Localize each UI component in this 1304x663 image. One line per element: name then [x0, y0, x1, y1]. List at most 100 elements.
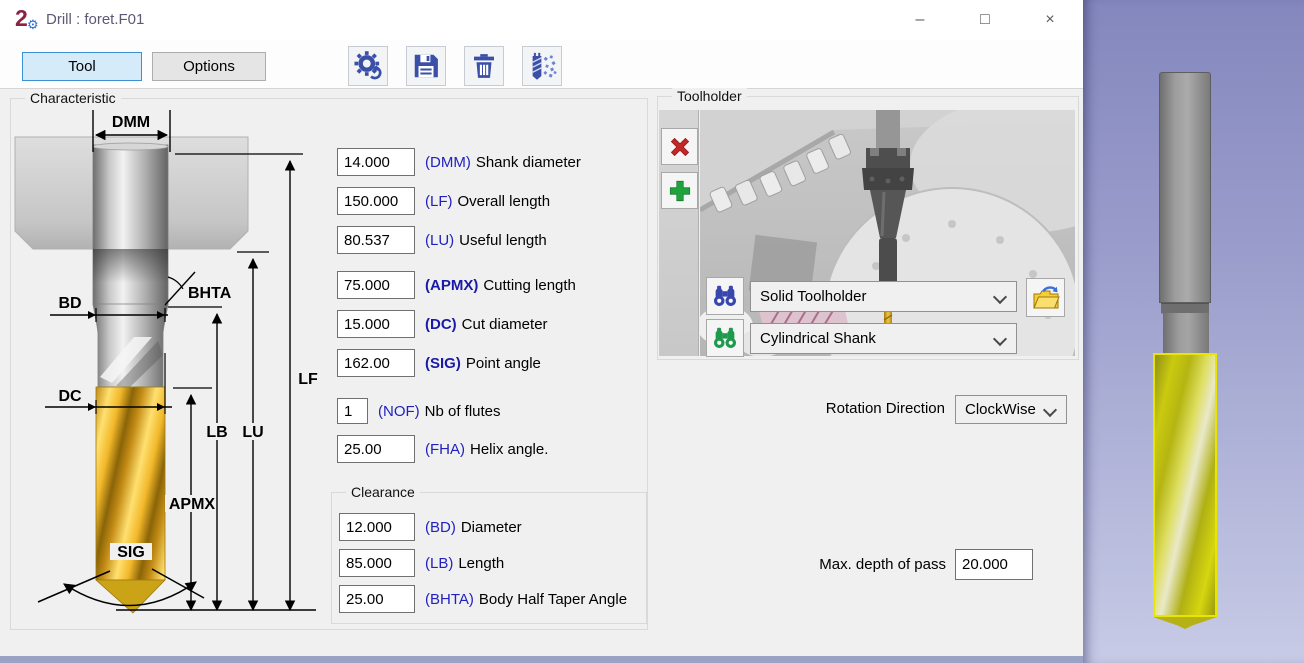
field-row-bhta: (BHTA) Body Half Taper Angle — [339, 585, 627, 613]
sig-code: (SIG) — [425, 355, 461, 372]
bhta-code: (BHTA) — [425, 591, 474, 608]
save-icon — [411, 51, 441, 81]
green-binoculars-icon — [713, 326, 737, 350]
apmx-input[interactable] — [337, 271, 415, 299]
lu-code: (LU) — [425, 232, 454, 249]
title-bar: 2⚙ Drill : foret.F01 – □ × — [0, 0, 1083, 40]
rotation-direction-label: Rotation Direction — [790, 400, 945, 417]
field-row-lu: (LU) Useful length — [337, 226, 547, 254]
tab-tool[interactable]: Tool — [22, 52, 142, 81]
machining-settings-button[interactable] — [348, 46, 388, 86]
screen: { "window": { "title": "Drill : foret.F0… — [0, 0, 1304, 663]
toolholder-group-label: Toolholder — [672, 88, 747, 104]
field-row-nof: (NOF) Nb of flutes — [337, 397, 501, 425]
lu-input[interactable] — [337, 226, 415, 254]
tab-options[interactable]: Options — [152, 52, 266, 81]
dmm-input[interactable] — [337, 148, 415, 176]
chevron-down-icon — [1043, 403, 1057, 417]
dc-input[interactable] — [337, 310, 415, 338]
search-shank-button[interactable] — [706, 319, 744, 357]
diagram-label-sig: SIG — [117, 544, 145, 561]
toolholder-preview-image — [700, 110, 1075, 356]
diagram-label-lu: LU — [242, 424, 263, 441]
bd-code: (BD) — [425, 519, 456, 536]
dc-label: Cut diameter — [462, 316, 548, 333]
fha-input[interactable] — [337, 435, 415, 463]
nof-code: (NOF) — [378, 403, 420, 420]
dmm-code: (DMM) — [425, 154, 471, 171]
close-button[interactable]: × — [1025, 0, 1075, 40]
drill-dimension-diagram: DMM BHTA BD DC SIG APMX LB — [12, 105, 324, 620]
tool-chips-icon — [527, 51, 557, 81]
diagram-label-bhta: BHTA — [188, 285, 232, 302]
3d-drill-flutes — [1153, 353, 1217, 617]
fha-label: Helix angle. — [470, 441, 548, 458]
nof-input[interactable] — [337, 398, 368, 424]
field-row-lb: (LB) Length — [339, 549, 504, 577]
3d-drill-tip — [1153, 617, 1217, 629]
topsolid-logo-icon: 2⚙ — [15, 8, 41, 34]
gear-refresh-icon — [352, 50, 384, 82]
nof-label: Nb of flutes — [425, 403, 501, 420]
3d-viewport[interactable] — [1083, 0, 1304, 663]
bhta-input[interactable] — [339, 585, 415, 613]
bd-label: Diameter — [461, 519, 522, 536]
lb-label: Length — [458, 555, 504, 572]
field-row-lf: (LF) Overall length — [337, 187, 550, 215]
window-title: Drill : foret.F01 — [46, 11, 144, 28]
bhta-label: Body Half Taper Angle — [479, 591, 627, 608]
save-button[interactable] — [406, 46, 446, 86]
field-row-dmm: (DMM) Shank diameter — [337, 148, 581, 176]
search-toolholder-button[interactable] — [706, 277, 744, 315]
lf-label: Overall length — [458, 193, 551, 210]
lb-input[interactable] — [339, 549, 415, 577]
fha-code: (FHA) — [425, 441, 465, 458]
toolholder-type-value: Solid Toolholder — [760, 288, 866, 305]
diagram-label-lf: LF — [298, 371, 318, 388]
open-folder-icon — [1032, 285, 1060, 311]
dmm-label: Shank diameter — [476, 154, 581, 171]
delete-button[interactable] — [464, 46, 504, 86]
window-bottom-edge — [0, 656, 1083, 663]
clearance-group-label: Clearance — [346, 484, 420, 500]
lf-input[interactable] — [337, 187, 415, 215]
tool-wear-button[interactable] — [522, 46, 562, 86]
remove-toolholder-button[interactable] — [661, 128, 698, 165]
diagram-label-dmm: DMM — [112, 114, 150, 131]
diagram-label-dc: DC — [58, 388, 82, 405]
lf-code: (LF) — [425, 193, 453, 210]
field-row-sig: (SIG) Point angle — [337, 349, 541, 377]
sig-input[interactable] — [337, 349, 415, 377]
open-toolholder-file-button[interactable] — [1026, 278, 1065, 317]
blue-binoculars-icon — [713, 284, 737, 308]
red-x-icon — [667, 134, 693, 160]
maximize-button[interactable]: □ — [960, 0, 1010, 40]
bd-input[interactable] — [339, 513, 415, 541]
3d-drill-shank — [1159, 72, 1211, 303]
field-row-bd: (BD) Diameter — [339, 513, 522, 541]
field-row-fha: (FHA) Helix angle. — [337, 435, 548, 463]
dc-code: (DC) — [425, 316, 457, 333]
sig-label: Point angle — [466, 355, 541, 372]
max-depth-label: Max. depth of pass — [788, 556, 946, 573]
field-row-dc: (DC) Cut diameter — [337, 310, 548, 338]
add-toolholder-button[interactable] — [661, 172, 698, 209]
trash-icon — [469, 51, 499, 81]
diagram-label-lb: LB — [206, 424, 227, 441]
diagram-label-bd: BD — [58, 295, 81, 312]
diagram-label-apmx: APMX — [169, 496, 216, 513]
max-depth-input[interactable] — [955, 549, 1033, 580]
lu-label: Useful length — [459, 232, 547, 249]
shank-type-select[interactable]: Cylindrical Shank — [750, 323, 1017, 354]
minimize-button[interactable]: – — [895, 0, 945, 40]
characteristic-group-label: Characteristic — [25, 90, 121, 106]
rotation-direction-select[interactable]: ClockWise — [955, 395, 1067, 424]
3d-drill-neck — [1163, 313, 1209, 353]
apmx-code: (APMX) — [425, 277, 478, 294]
apmx-label: Cutting length — [483, 277, 576, 294]
lb-code: (LB) — [425, 555, 453, 572]
toolholder-type-select[interactable]: Solid Toolholder — [750, 281, 1017, 312]
shank-type-value: Cylindrical Shank — [760, 330, 876, 347]
chevron-down-icon — [993, 290, 1007, 304]
field-row-apmx: (APMX) Cutting length — [337, 271, 576, 299]
